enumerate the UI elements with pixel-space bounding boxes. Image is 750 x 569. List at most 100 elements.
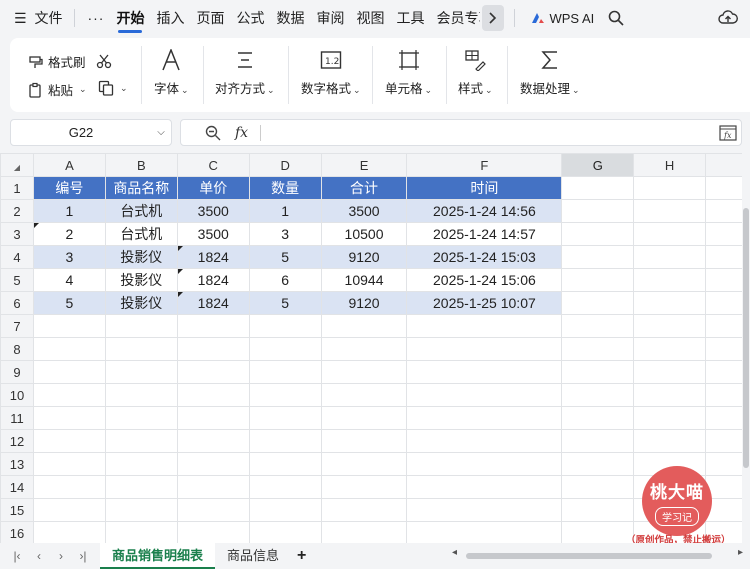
sheet-tab-product-info[interactable]: 商品信息: [215, 543, 291, 569]
data-cell[interactable]: 3500: [320, 199, 408, 223]
function-icon[interactable]: fx: [235, 125, 248, 141]
row-header[interactable]: 16: [0, 521, 34, 543]
cloud-upload-icon[interactable]: [718, 9, 738, 27]
scroll-left-icon[interactable]: ◂: [452, 547, 457, 558]
row-header[interactable]: 7: [0, 314, 34, 338]
cell[interactable]: [320, 406, 408, 430]
first-sheet-icon[interactable]: |‹: [6, 549, 28, 563]
cell[interactable]: [32, 429, 106, 453]
cell[interactable]: [104, 314, 178, 338]
data-cell[interactable]: 投影仪: [104, 268, 178, 292]
cell[interactable]: [406, 406, 563, 430]
column-header[interactable]: B: [104, 153, 178, 177]
cell[interactable]: [561, 176, 635, 200]
cell[interactable]: [406, 337, 563, 361]
last-sheet-icon[interactable]: ›|: [72, 549, 94, 563]
header-cell[interactable]: 合计: [320, 176, 408, 200]
cell[interactable]: [104, 429, 178, 453]
cell[interactable]: [320, 429, 408, 453]
cell[interactable]: [320, 521, 408, 543]
data-cell[interactable]: 3: [32, 245, 106, 269]
data-cell[interactable]: 5: [248, 291, 322, 315]
tabs-scroll-right-button[interactable]: [482, 5, 505, 31]
cell[interactable]: [561, 291, 635, 315]
cell[interactable]: [104, 452, 178, 476]
cell[interactable]: [561, 475, 635, 499]
expand-formula-icon[interactable]: fx: [719, 124, 737, 141]
cell[interactable]: [320, 360, 408, 384]
data-cell[interactable]: 1: [248, 199, 322, 223]
column-header[interactable]: F: [406, 153, 563, 177]
cell[interactable]: [320, 498, 408, 522]
cell[interactable]: [320, 337, 408, 361]
cell[interactable]: [248, 337, 322, 361]
tab-insert[interactable]: 插入: [150, 0, 190, 36]
column-header-selected[interactable]: G: [561, 153, 635, 177]
select-all-corner[interactable]: ◢: [0, 153, 34, 177]
cell[interactable]: [406, 475, 563, 499]
vertical-scrollbar-thumb[interactable]: [743, 208, 749, 468]
number-format-button[interactable]: 1.2 数字格式 ⌄: [301, 49, 361, 97]
row-header[interactable]: 3: [0, 222, 34, 246]
cell-button[interactable]: 单元格 ⌄: [385, 49, 432, 97]
row-header[interactable]: 9: [0, 360, 34, 384]
cell[interactable]: [561, 429, 635, 453]
add-sheet-icon[interactable]: +: [297, 547, 306, 565]
spreadsheet-grid[interactable]: ◢ A B C D E F G H 1 编号 商品名称 单价 数量 合计 时间 …: [0, 153, 750, 543]
vertical-scrollbar[interactable]: [742, 153, 750, 543]
cell[interactable]: [248, 314, 322, 338]
data-cell[interactable]: 6: [248, 268, 322, 292]
tab-member[interactable]: 会员专享: [430, 0, 480, 36]
cell[interactable]: [406, 429, 563, 453]
cell[interactable]: [633, 337, 707, 361]
header-cell[interactable]: 时间: [406, 176, 563, 200]
cell[interactable]: [561, 521, 635, 543]
cell[interactable]: [633, 199, 707, 223]
cell[interactable]: [248, 383, 322, 407]
cell[interactable]: [561, 383, 635, 407]
cell[interactable]: [176, 337, 250, 361]
style-button[interactable]: 样式 ⌄: [458, 49, 493, 97]
data-cell[interactable]: 2025-1-24 15:06: [406, 268, 563, 292]
cell[interactable]: [561, 314, 635, 338]
data-cell[interactable]: 台式机: [104, 222, 178, 246]
row-header[interactable]: 6: [0, 291, 34, 315]
header-cell[interactable]: 商品名称: [104, 176, 178, 200]
cell[interactable]: [633, 314, 707, 338]
data-process-button[interactable]: 数据处理 ⌄: [520, 49, 580, 97]
format-painter-button[interactable]: 格式刷: [28, 52, 86, 71]
cell[interactable]: [561, 222, 635, 246]
data-cell[interactable]: 5: [32, 291, 106, 315]
sheet-tab-sales-detail[interactable]: 商品销售明细表: [100, 543, 216, 569]
column-header[interactable]: C: [176, 153, 250, 177]
cell[interactable]: [561, 498, 635, 522]
cut-icon[interactable]: [96, 53, 112, 69]
formula-bar[interactable]: fx fx: [180, 119, 742, 146]
column-header[interactable]: A: [32, 153, 106, 177]
cell[interactable]: [32, 498, 106, 522]
cell[interactable]: [176, 498, 250, 522]
cell[interactable]: [633, 222, 707, 246]
scroll-right-icon[interactable]: ▸: [738, 547, 743, 558]
cell[interactable]: [561, 337, 635, 361]
header-cell[interactable]: 数量: [248, 176, 322, 200]
cell[interactable]: [176, 521, 250, 543]
data-cell[interactable]: 2: [32, 222, 106, 246]
cell[interactable]: [176, 314, 250, 338]
cell[interactable]: [633, 360, 707, 384]
data-cell[interactable]: 10500: [320, 222, 408, 246]
align-button[interactable]: 对齐方式 ⌄: [215, 49, 275, 97]
row-header[interactable]: 8: [0, 337, 34, 361]
cell[interactable]: [32, 383, 106, 407]
cell[interactable]: [406, 498, 563, 522]
cell[interactable]: [32, 314, 106, 338]
zoom-icon[interactable]: [205, 125, 221, 141]
cell[interactable]: [633, 176, 707, 200]
cell[interactable]: [406, 452, 563, 476]
header-cell[interactable]: 单价: [176, 176, 250, 200]
column-header[interactable]: D: [248, 153, 322, 177]
cell[interactable]: [176, 452, 250, 476]
tab-home[interactable]: 开始: [110, 0, 150, 36]
cell[interactable]: [561, 360, 635, 384]
cell[interactable]: [561, 452, 635, 476]
